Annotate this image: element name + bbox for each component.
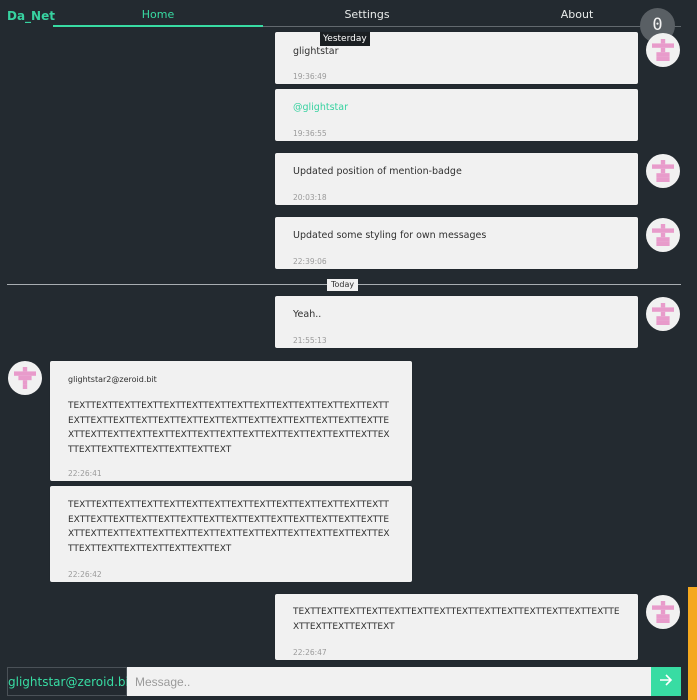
identicon-icon	[652, 224, 674, 246]
identicon-icon	[652, 160, 674, 182]
send-button[interactable]	[651, 667, 681, 696]
message-time: 22:26:47	[293, 648, 327, 657]
message-text: TEXTTEXTTEXTTEXTTEXTTEXTTEXTTEXTTEXTTEXT…	[68, 500, 390, 554]
message-time: 22:39:06	[293, 257, 327, 266]
message-text: Yeah..	[293, 309, 322, 320]
avatar[interactable]	[646, 218, 680, 252]
scrollbar-thumb[interactable]	[688, 587, 697, 700]
brand-logo[interactable]: Da_Net	[7, 9, 55, 23]
message-text: TEXTTEXTTEXTTEXTTEXTTEXTTEXTTEXTTEXTTEXT…	[293, 607, 620, 632]
own-message: @glightstar 19:36:55	[275, 89, 638, 141]
message-time: 20:03:18	[293, 193, 327, 202]
identicon-icon	[652, 303, 674, 325]
tab-home[interactable]: Home	[53, 8, 263, 21]
avatar[interactable]	[646, 595, 680, 629]
message-text: Updated position of mention-badge	[293, 166, 462, 177]
message-text: TEXTTEXTTEXTTEXTTEXTTEXTTEXTTEXTTEXTTEXT…	[68, 401, 390, 455]
tab-settings[interactable]: Settings	[263, 8, 471, 21]
message-time: 22:26:41	[68, 469, 102, 478]
own-message: Updated position of mention-badge 20:03:…	[275, 153, 638, 205]
message-time: 21:55:13	[293, 336, 327, 345]
message-sender[interactable]: glightstar2@zeroid.bit	[68, 375, 157, 384]
composer: glightstar@zeroid.bit	[7, 667, 681, 696]
identicon-icon	[652, 601, 674, 623]
message-text: Updated some styling for own messages	[293, 230, 487, 241]
message-text: glightstar	[293, 46, 339, 57]
tab-divider	[263, 26, 681, 27]
avatar[interactable]	[646, 297, 680, 331]
own-message: Updated some styling for own messages 22…	[275, 217, 638, 269]
active-tab-indicator	[53, 25, 263, 27]
identicon-icon	[652, 39, 674, 61]
message-text[interactable]: @glightstar	[293, 101, 348, 116]
avatar[interactable]	[8, 361, 42, 395]
avatar[interactable]	[646, 33, 680, 67]
incoming-message: glightstar2@zeroid.bit TEXTTEXTTEXTTEXTT…	[50, 361, 412, 481]
top-nav: Da_Net Home Settings About	[0, 0, 697, 28]
message-time: 19:36:55	[293, 129, 327, 138]
identicon-icon	[14, 367, 36, 389]
avatar[interactable]	[646, 154, 680, 188]
own-message: Yeah.. 21:55:13	[275, 296, 638, 348]
date-separator-yesterday: Yesterday	[320, 32, 370, 46]
message-time: 19:36:49	[293, 72, 327, 81]
current-user-label[interactable]: glightstar@zeroid.bit	[7, 667, 134, 696]
own-message: TEXTTEXTTEXTTEXTTEXTTEXTTEXTTEXTTEXTTEXT…	[275, 594, 638, 660]
message-input[interactable]	[127, 667, 651, 696]
date-separator-today: Today	[327, 279, 359, 291]
message-time: 22:26:42	[68, 570, 102, 579]
arrow-right-icon	[660, 674, 673, 686]
incoming-message: TEXTTEXTTEXTTEXTTEXTTEXTTEXTTEXTTEXTTEXT…	[50, 486, 412, 582]
